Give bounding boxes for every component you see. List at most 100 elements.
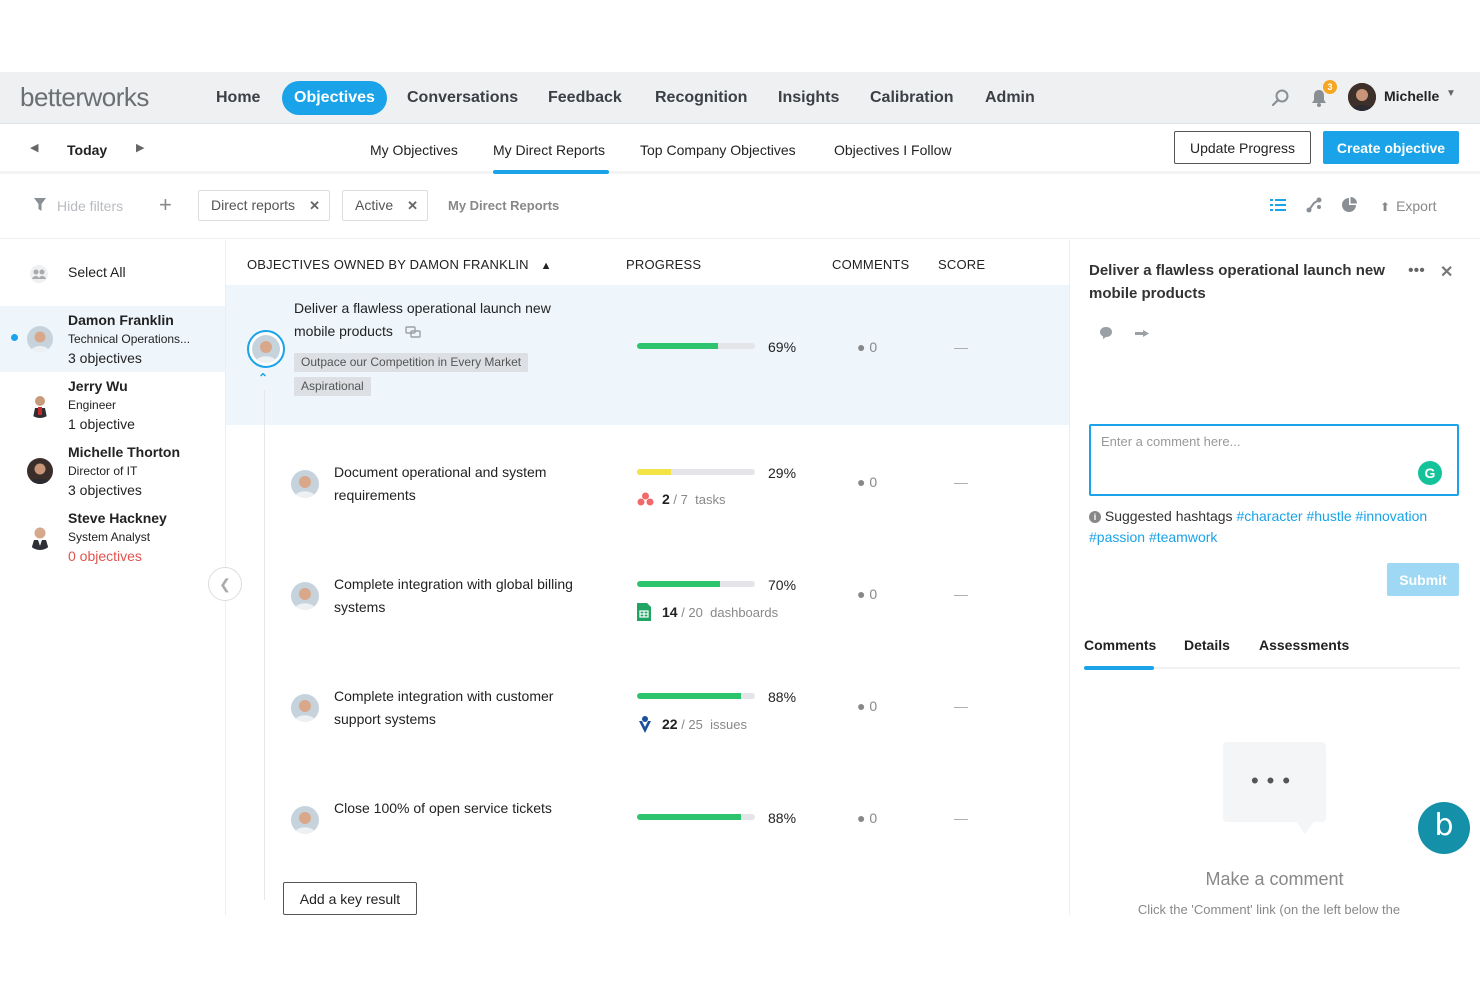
- filter-chip-active[interactable]: Active ✕: [342, 190, 428, 221]
- more-options-icon[interactable]: •••: [1408, 262, 1425, 280]
- comment-icon: ●: [857, 810, 866, 826]
- tree-view-icon[interactable]: [1306, 197, 1324, 215]
- nav-insights[interactable]: Insights: [766, 81, 851, 115]
- score-value: —: [954, 698, 968, 714]
- progress-bar-fill: [637, 343, 719, 349]
- objective-tag[interactable]: Outpace our Competition in Every Market: [294, 353, 529, 372]
- hashtag-link[interactable]: #passion: [1089, 529, 1145, 545]
- update-progress-button[interactable]: Update Progress: [1174, 131, 1311, 164]
- avatar: [27, 458, 53, 484]
- help-chat-button[interactable]: b: [1418, 802, 1470, 854]
- close-icon[interactable]: ✕: [309, 191, 320, 220]
- collapse-key-results-icon[interactable]: ⌃: [258, 371, 268, 385]
- grammarly-icon[interactable]: G: [1418, 461, 1442, 485]
- bell-icon[interactable]: 3: [1307, 80, 1337, 110]
- tab-details[interactable]: Details: [1184, 637, 1230, 653]
- comments-count[interactable]: ● 0: [857, 810, 877, 826]
- progress-bar: [637, 581, 755, 587]
- comments-count-value: 0: [869, 810, 878, 826]
- progress-percent: 70%: [768, 577, 797, 593]
- key-result-title[interactable]: Document operational and system requirem…: [334, 461, 604, 507]
- filter-context-label: My Direct Reports: [448, 198, 560, 213]
- nav-feedback[interactable]: Feedback: [536, 81, 634, 115]
- notification-badge: 3: [1323, 80, 1337, 94]
- person-objective-count: 3 objectives: [68, 350, 142, 366]
- active-tab-indicator: [493, 170, 609, 174]
- avatar: [27, 392, 53, 418]
- nav-calibration[interactable]: Calibration: [858, 81, 966, 115]
- tab-assessments[interactable]: Assessments: [1259, 637, 1349, 653]
- nav-conversations[interactable]: Conversations: [395, 81, 530, 115]
- previous-date-icon[interactable]: ◀: [30, 141, 38, 154]
- objective-title[interactable]: Deliver a flawless operational launch ne…: [294, 297, 584, 345]
- progress-bar-fill: [637, 581, 720, 587]
- sort-up-icon[interactable]: ▲: [541, 260, 552, 272]
- empty-comments-illustration: •••: [1223, 742, 1326, 834]
- export-button[interactable]: ⬆ Export: [1380, 198, 1437, 214]
- person-damon-franklin[interactable]: Damon Franklin Technical Operations... 3…: [0, 306, 225, 372]
- chevron-down-icon[interactable]: ▼: [1446, 88, 1456, 99]
- avatar: [247, 330, 285, 368]
- comments-count[interactable]: ● 0: [857, 586, 877, 602]
- person-name: Michelle Thorton: [68, 444, 180, 460]
- filter-chip-direct-reports[interactable]: Direct reports ✕: [198, 190, 330, 221]
- tab-my-objectives[interactable]: My Objectives: [370, 142, 458, 158]
- hashtag-link[interactable]: #hustle: [1306, 508, 1351, 524]
- filter-icon[interactable]: [34, 198, 46, 215]
- tab-objectives-i-follow[interactable]: Objectives I Follow: [834, 142, 951, 158]
- add-key-result-button[interactable]: Add a key result: [283, 882, 417, 915]
- user-name[interactable]: Michelle: [1384, 88, 1439, 104]
- person-role: Technical Operations...: [68, 332, 191, 346]
- empty-state-title: Make a comment: [1205, 869, 1344, 889]
- tab-top-company-objectives[interactable]: Top Company Objectives: [640, 142, 796, 158]
- avatar[interactable]: [1348, 83, 1376, 111]
- person-jerry-wu[interactable]: Jerry Wu Engineer 1 objective: [0, 372, 225, 438]
- progress-percent: 29%: [768, 465, 797, 481]
- key-result-title[interactable]: Complete integration with customer suppo…: [334, 685, 604, 731]
- score-value: —: [954, 586, 968, 602]
- people-list: Select All Damon Franklin Technical Oper…: [0, 240, 242, 915]
- search-icon[interactable]: [1268, 86, 1292, 110]
- person-michelle-thorton[interactable]: Michelle Thorton Director of IT 3 object…: [0, 438, 225, 504]
- submit-button[interactable]: Submit: [1387, 563, 1459, 596]
- create-objective-button[interactable]: Create objective: [1323, 131, 1459, 164]
- column-header-objectives[interactable]: OBJECTIVES OWNED BY DAMON FRANKLIN ▲: [247, 257, 552, 272]
- pointer-hand-icon[interactable]: [1134, 326, 1150, 342]
- key-result-title[interactable]: Close 100% of open service tickets: [334, 797, 604, 820]
- selected-indicator: [11, 334, 18, 341]
- nav-home[interactable]: Home: [204, 81, 272, 115]
- hashtag-link[interactable]: #innovation: [1356, 508, 1428, 524]
- key-result-title[interactable]: Complete integration with global billing…: [334, 573, 604, 619]
- person-steve-hackney[interactable]: Steve Hackney System Analyst 0 objective…: [0, 504, 225, 570]
- select-all-link[interactable]: Select All: [68, 264, 126, 280]
- person-role: Engineer: [68, 398, 117, 412]
- comment-input[interactable]: [1101, 434, 1401, 484]
- tab-my-direct-reports[interactable]: My Direct Reports: [493, 142, 605, 158]
- person-objective-count: 0 objectives: [68, 548, 142, 564]
- list-view-icon[interactable]: [1270, 197, 1288, 215]
- comments-count[interactable]: ● 0: [857, 698, 877, 714]
- pie-chart-icon[interactable]: [1341, 197, 1359, 215]
- stat-total: / 25: [681, 716, 703, 732]
- hashtag-link[interactable]: #teamwork: [1149, 529, 1217, 545]
- add-filter-icon[interactable]: +: [159, 192, 172, 218]
- nav-objectives[interactable]: Objectives: [282, 81, 387, 115]
- next-date-icon[interactable]: ▶: [136, 141, 144, 154]
- comment-bubble-icon[interactable]: [1099, 326, 1115, 342]
- tab-comments[interactable]: Comments: [1084, 637, 1156, 653]
- avatar: [291, 694, 319, 722]
- nav-recognition[interactable]: Recognition: [643, 81, 759, 115]
- objective-tag[interactable]: Aspirational: [294, 377, 371, 396]
- hide-filters-link[interactable]: Hide filters: [57, 198, 123, 214]
- logo[interactable]: betterworks: [20, 82, 149, 113]
- hashtag-link[interactable]: #character: [1236, 508, 1302, 524]
- comment-box[interactable]: [1089, 424, 1459, 496]
- sheets-icon: [637, 603, 654, 624]
- close-icon[interactable]: ✕: [407, 191, 418, 220]
- comments-count[interactable]: ● 0: [857, 474, 877, 490]
- nav-admin[interactable]: Admin: [973, 81, 1047, 115]
- close-icon[interactable]: ✕: [1440, 262, 1453, 282]
- empty-state-subtitle: Click the 'Comment' link (on the left be…: [1137, 902, 1401, 917]
- comments-count[interactable]: ● 0: [857, 339, 877, 355]
- progress-percent: 88%: [768, 689, 797, 705]
